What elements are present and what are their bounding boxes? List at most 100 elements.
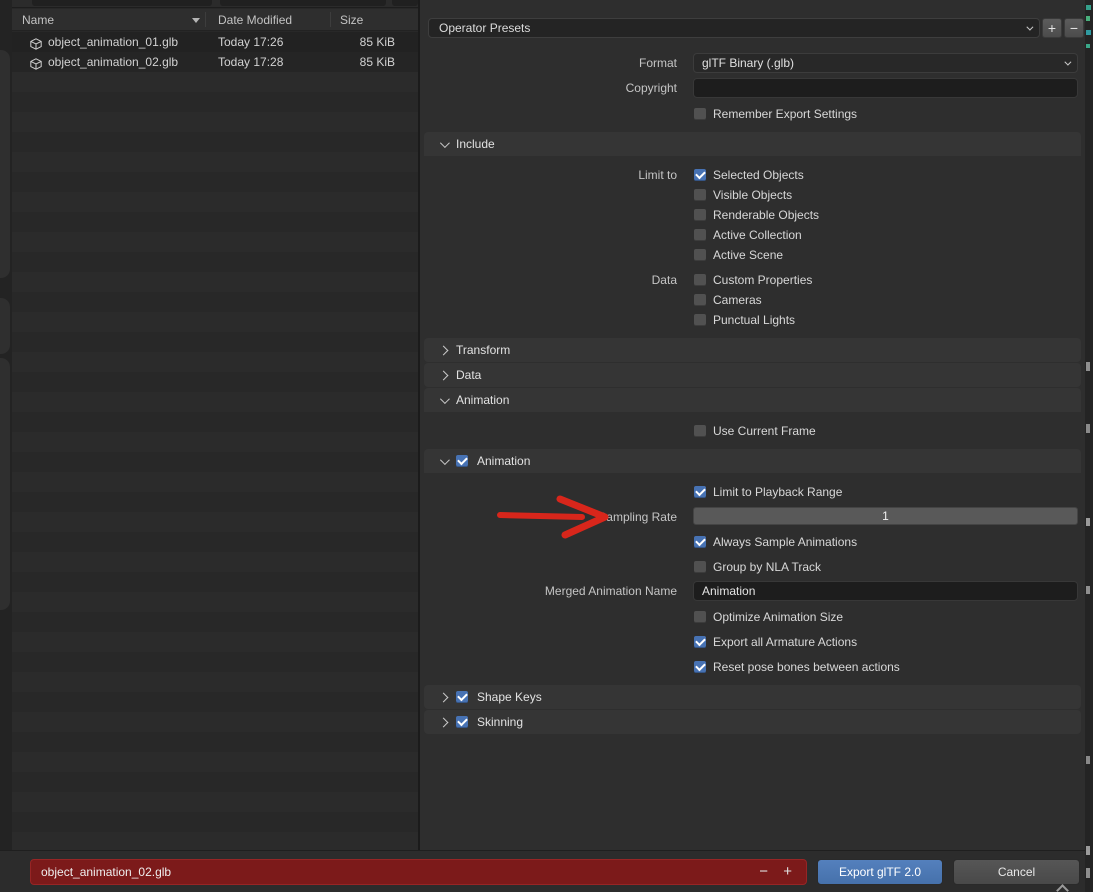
chevron-right-icon: [439, 370, 449, 380]
use-current-frame-checkbox-row[interactable]: Use Current Frame: [694, 424, 816, 437]
active-collection-checkbox-row[interactable]: Active Collection: [694, 228, 802, 241]
data-label: Data: [420, 270, 685, 290]
bottom-action-bar: object_animation_02.glb − + Export glTF …: [0, 850, 1093, 892]
checkbox-label: Export all Armature Actions: [713, 635, 857, 649]
edge-artifact: [1086, 586, 1090, 594]
checkbox[interactable]: [694, 274, 706, 286]
edge-artifact: [1086, 30, 1091, 35]
checkbox-label: Selected Objects: [713, 168, 804, 182]
filename-value: object_animation_02.glb: [41, 865, 171, 879]
checkbox-label: Visible Objects: [713, 188, 792, 202]
file-size: 85 KiB: [360, 52, 395, 72]
cancel-button[interactable]: Cancel: [953, 859, 1080, 885]
merged-animation-name-input[interactable]: Animation: [693, 581, 1078, 601]
filter-dropdown-icon[interactable]: [192, 18, 200, 23]
checkbox[interactable]: [694, 189, 706, 201]
export-gltf-button[interactable]: Export glTF 2.0: [817, 859, 943, 885]
column-header-name[interactable]: Name: [22, 13, 54, 27]
filename-decrement-button[interactable]: −: [759, 860, 768, 884]
checkbox[interactable]: [694, 314, 706, 326]
checkbox[interactable]: [456, 716, 468, 728]
sampling-rate-label: Sampling Rate: [420, 507, 685, 527]
file-row[interactable]: object_animation_02.glb Today 17:28 85 K…: [12, 52, 418, 72]
checkbox[interactable]: [694, 636, 706, 648]
checkbox[interactable]: [694, 249, 706, 261]
checkbox[interactable]: [694, 611, 706, 623]
animation-section-header[interactable]: Animation: [424, 388, 1081, 412]
custom-properties-checkbox-row[interactable]: Custom Properties: [694, 273, 812, 286]
checkbox-label: Always Sample Animations: [713, 535, 857, 549]
remove-preset-button[interactable]: −: [1064, 18, 1084, 38]
add-preset-button[interactable]: +: [1042, 18, 1062, 38]
include-section-header[interactable]: Include: [424, 132, 1081, 156]
edge-artifact: [1086, 756, 1090, 764]
checkbox[interactable]: [694, 209, 706, 221]
skinning-section-header[interactable]: Skinning: [424, 710, 1081, 734]
cameras-checkbox-row[interactable]: Cameras: [694, 293, 762, 306]
section-title: Data: [456, 368, 481, 382]
export-options-panel: Operator Presets + − Format glTF Binary …: [420, 0, 1085, 850]
always-sample-animations-checkbox-row[interactable]: Always Sample Animations: [694, 535, 857, 548]
active-scene-checkbox-row[interactable]: Active Scene: [694, 248, 783, 261]
file-name: object_animation_01.glb: [48, 32, 178, 52]
collapsed-sidebar-tab[interactable]: [0, 298, 10, 354]
edge-artifact: [1086, 518, 1090, 526]
edge-artifact: [1086, 16, 1090, 21]
file-size: 85 KiB: [360, 32, 395, 52]
shape-keys-section-header[interactable]: Shape Keys: [424, 685, 1081, 709]
chevron-down-icon: [1064, 58, 1071, 65]
optimize-animation-size-checkbox-row[interactable]: Optimize Animation Size: [694, 610, 843, 623]
group-by-nla-track-checkbox-row[interactable]: Group by NLA Track: [694, 560, 821, 573]
chevron-down-icon: [440, 455, 450, 465]
filename-increment-button[interactable]: +: [783, 860, 792, 884]
path-bar-fragment: [220, 0, 386, 6]
reset-pose-bones-checkbox-row[interactable]: Reset pose bones between actions: [694, 660, 900, 673]
punctual-lights-checkbox-row[interactable]: Punctual Lights: [694, 313, 795, 326]
checkbox[interactable]: [694, 229, 706, 241]
column-divider[interactable]: [205, 12, 206, 27]
checkbox[interactable]: [694, 661, 706, 673]
copyright-input[interactable]: [693, 78, 1078, 98]
checkbox-label: Use Current Frame: [713, 424, 816, 438]
export-armature-actions-checkbox-row[interactable]: Export all Armature Actions: [694, 635, 857, 648]
renderable-objects-checkbox-row[interactable]: Renderable Objects: [694, 208, 819, 221]
column-header-date-modified[interactable]: Date Modified: [218, 13, 292, 27]
chevron-right-icon: [439, 717, 449, 727]
column-header-size[interactable]: Size: [340, 13, 363, 27]
checkbox[interactable]: [694, 536, 706, 548]
checkbox[interactable]: [694, 169, 706, 181]
animation-subsection-header[interactable]: Animation: [424, 449, 1081, 473]
operator-presets-value: Operator Presets: [439, 19, 1020, 37]
empty-file-list-area[interactable]: [12, 72, 418, 850]
checkbox-label: Remember Export Settings: [713, 107, 857, 121]
blender-gltf-export-window: Name Date Modified Size object_animation…: [0, 0, 1093, 892]
checkbox[interactable]: [694, 486, 706, 498]
limit-playback-range-checkbox-row[interactable]: Limit to Playback Range: [694, 485, 842, 498]
data-section-header[interactable]: Data: [424, 363, 1081, 387]
selected-objects-checkbox-row[interactable]: Selected Objects: [694, 168, 804, 181]
checkbox[interactable]: [694, 294, 706, 306]
checkbox[interactable]: [694, 425, 706, 437]
remember-export-settings-checkbox-row[interactable]: Remember Export Settings: [694, 107, 857, 120]
checkbox[interactable]: [456, 455, 468, 467]
edge-artifact: [1086, 362, 1090, 371]
checkbox[interactable]: [456, 691, 468, 703]
operator-presets-dropdown[interactable]: Operator Presets: [428, 18, 1040, 38]
column-divider[interactable]: [330, 12, 331, 27]
filename-input[interactable]: object_animation_02.glb − +: [30, 859, 807, 885]
checkbox[interactable]: [694, 561, 706, 573]
chevron-right-icon: [439, 692, 449, 702]
file-date: Today 17:26: [218, 32, 283, 52]
edge-artifact: [1086, 868, 1090, 878]
section-title: Animation: [456, 393, 509, 407]
visible-objects-checkbox-row[interactable]: Visible Objects: [694, 188, 792, 201]
format-dropdown[interactable]: glTF Binary (.glb): [693, 53, 1078, 73]
checkbox-label: Custom Properties: [713, 273, 812, 287]
checkbox-label: Optimize Animation Size: [713, 610, 843, 624]
checkbox[interactable]: [694, 108, 706, 120]
sampling-rate-slider[interactable]: 1: [693, 507, 1078, 525]
collapsed-sidebar-tab[interactable]: [0, 50, 10, 278]
collapsed-sidebar-tab[interactable]: [0, 358, 10, 610]
file-row[interactable]: object_animation_01.glb Today 17:26 85 K…: [12, 32, 418, 52]
transform-section-header[interactable]: Transform: [424, 338, 1081, 362]
